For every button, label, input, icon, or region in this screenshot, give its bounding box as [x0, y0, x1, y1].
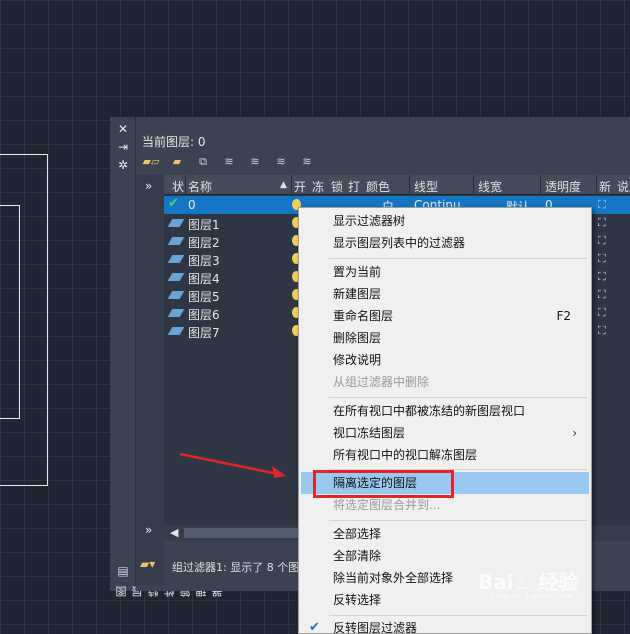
delete-layer-icon[interactable]: ≋ — [270, 153, 292, 171]
drawing-rectangle-inner — [0, 205, 20, 419]
new-group-filter-icon[interactable]: ▰ — [166, 153, 188, 171]
column-lock[interactable]: 锁 — [331, 178, 343, 195]
auto-hide-icon[interactable]: ⇥ — [114, 139, 132, 155]
new-vp-freeze-icon[interactable]: ⛶ — [598, 270, 606, 284]
new-vp-frozen-layer-icon[interactable]: ≋ — [244, 153, 266, 171]
column-on[interactable]: 开 — [294, 178, 306, 195]
filter-dropdown-icon[interactable]: ▰▾ — [140, 557, 155, 571]
annotation-highlight-box — [313, 470, 454, 498]
palette-toolbar: ▰▱ ▰ ⧉ ≋ ≋ ≋ ≋ — [140, 153, 318, 173]
new-vp-freeze-icon[interactable]: ⛶ — [598, 288, 606, 302]
column-plot[interactable]: 打 — [348, 178, 360, 195]
new-vp-freeze-icon[interactable]: ⛶ — [598, 198, 606, 212]
column-description[interactable]: 说 — [617, 178, 629, 195]
menu-vp-freeze-layer[interactable]: 视口冻结图层 › — [301, 422, 589, 444]
layer-icon — [167, 237, 185, 245]
new-vp-freeze-icon[interactable]: ⛶ — [598, 324, 606, 338]
layer-icon — [167, 291, 185, 299]
column-freeze[interactable]: 冻 — [312, 178, 324, 195]
menu-clear-all[interactable]: 全部清除 — [301, 545, 589, 567]
menu-remove-from-group-filter: 从组过滤器中删除 — [333, 375, 430, 389]
layer-icon — [167, 273, 185, 281]
scroll-thumb[interactable] — [184, 528, 304, 538]
set-current-icon[interactable]: ≋ — [296, 153, 318, 171]
rename-shortcut: F2 — [556, 309, 571, 323]
sort-up-icon: ▲ — [280, 180, 287, 190]
column-name[interactable]: 名称 — [188, 178, 212, 195]
menu-modify-description[interactable]: 修改说明 — [301, 349, 589, 371]
menu-vp-thaw-all[interactable]: 所有视口中的视口解冻图层 — [301, 444, 589, 466]
layer-icon — [167, 327, 185, 335]
column-new-vp-freeze[interactable]: 新 — [599, 178, 611, 195]
new-vp-freeze-icon[interactable]: ⛶ — [598, 252, 606, 266]
new-vp-freeze-icon[interactable]: ⛶ — [598, 234, 606, 248]
menu-set-current[interactable]: 置为当前 — [301, 261, 589, 283]
watermark-logo: Bai♨ 经验 — [478, 570, 579, 594]
column-lineweight[interactable]: 线宽 — [478, 178, 502, 195]
menu-invert-layer-filter[interactable]: ✔ 反转图层过滤器 — [301, 617, 589, 634]
watermark-url: jingyan.baidu.com — [490, 592, 574, 602]
column-color[interactable]: 颜色 — [366, 178, 390, 195]
close-icon[interactable]: ✕ — [114, 121, 132, 137]
current-layer-label: 当前图层: 0 — [142, 135, 206, 149]
layer-icon — [167, 255, 185, 263]
new-property-filter-icon[interactable]: ▰▱ — [140, 153, 162, 171]
new-vp-freeze-icon[interactable]: ⛶ — [598, 216, 606, 230]
status-text: 组过滤器1: 显示了 8 个图 — [172, 561, 300, 574]
column-status[interactable]: 状 — [172, 178, 184, 195]
menu-rename-layer[interactable]: 重命名图层 F2 — [301, 305, 589, 327]
menu-new-layer-vp-frozen[interactable]: 在所有视口中都被冻结的新图层视口 — [301, 400, 589, 422]
annotation-arrow-icon — [179, 452, 286, 478]
scroll-left-icon[interactable]: ◀ — [170, 526, 178, 539]
menu-select-all[interactable]: 全部选择 — [301, 523, 589, 545]
column-transparency[interactable]: 透明度 — [545, 178, 581, 195]
expand-filter-bottom-icon[interactable]: » — [145, 523, 152, 537]
menu-delete-layer[interactable]: 删除图层 — [301, 327, 589, 349]
menu-new-layer[interactable]: 新建图层 — [301, 283, 589, 305]
new-layer-icon[interactable]: ≋ — [218, 153, 240, 171]
menu-show-filter-tree[interactable]: 显示过滤器树 — [301, 210, 589, 232]
check-icon: ✔ — [309, 620, 320, 634]
table-header: 状 名称 ▲ 开 冻 锁 打 颜色 线型 线宽 透明度 新 说 — [164, 175, 630, 195]
expand-filter-icon[interactable]: » — [145, 179, 152, 193]
filter-tree-pane: » » — [136, 175, 164, 585]
properties-icon[interactable]: ✲ — [114, 157, 132, 173]
layer-states-icon[interactable]: ⧉ — [192, 153, 214, 171]
chevron-right-icon: › — [572, 426, 577, 440]
layer-icon — [167, 219, 185, 227]
layer-palette-icon: ▤ — [117, 564, 129, 578]
new-vp-freeze-icon[interactable]: ⛶ — [598, 306, 606, 320]
column-linetype[interactable]: 线型 — [414, 178, 438, 195]
current-layer-check-icon: ✔ — [168, 196, 179, 211]
palette-side-strip: ✕ ⇥ ✲ 图层特性管理器 ▤ — [110, 117, 224, 597]
menu-show-filters-in-list[interactable]: 显示图层列表中的过滤器 — [301, 232, 589, 254]
layer-icon — [167, 309, 185, 317]
